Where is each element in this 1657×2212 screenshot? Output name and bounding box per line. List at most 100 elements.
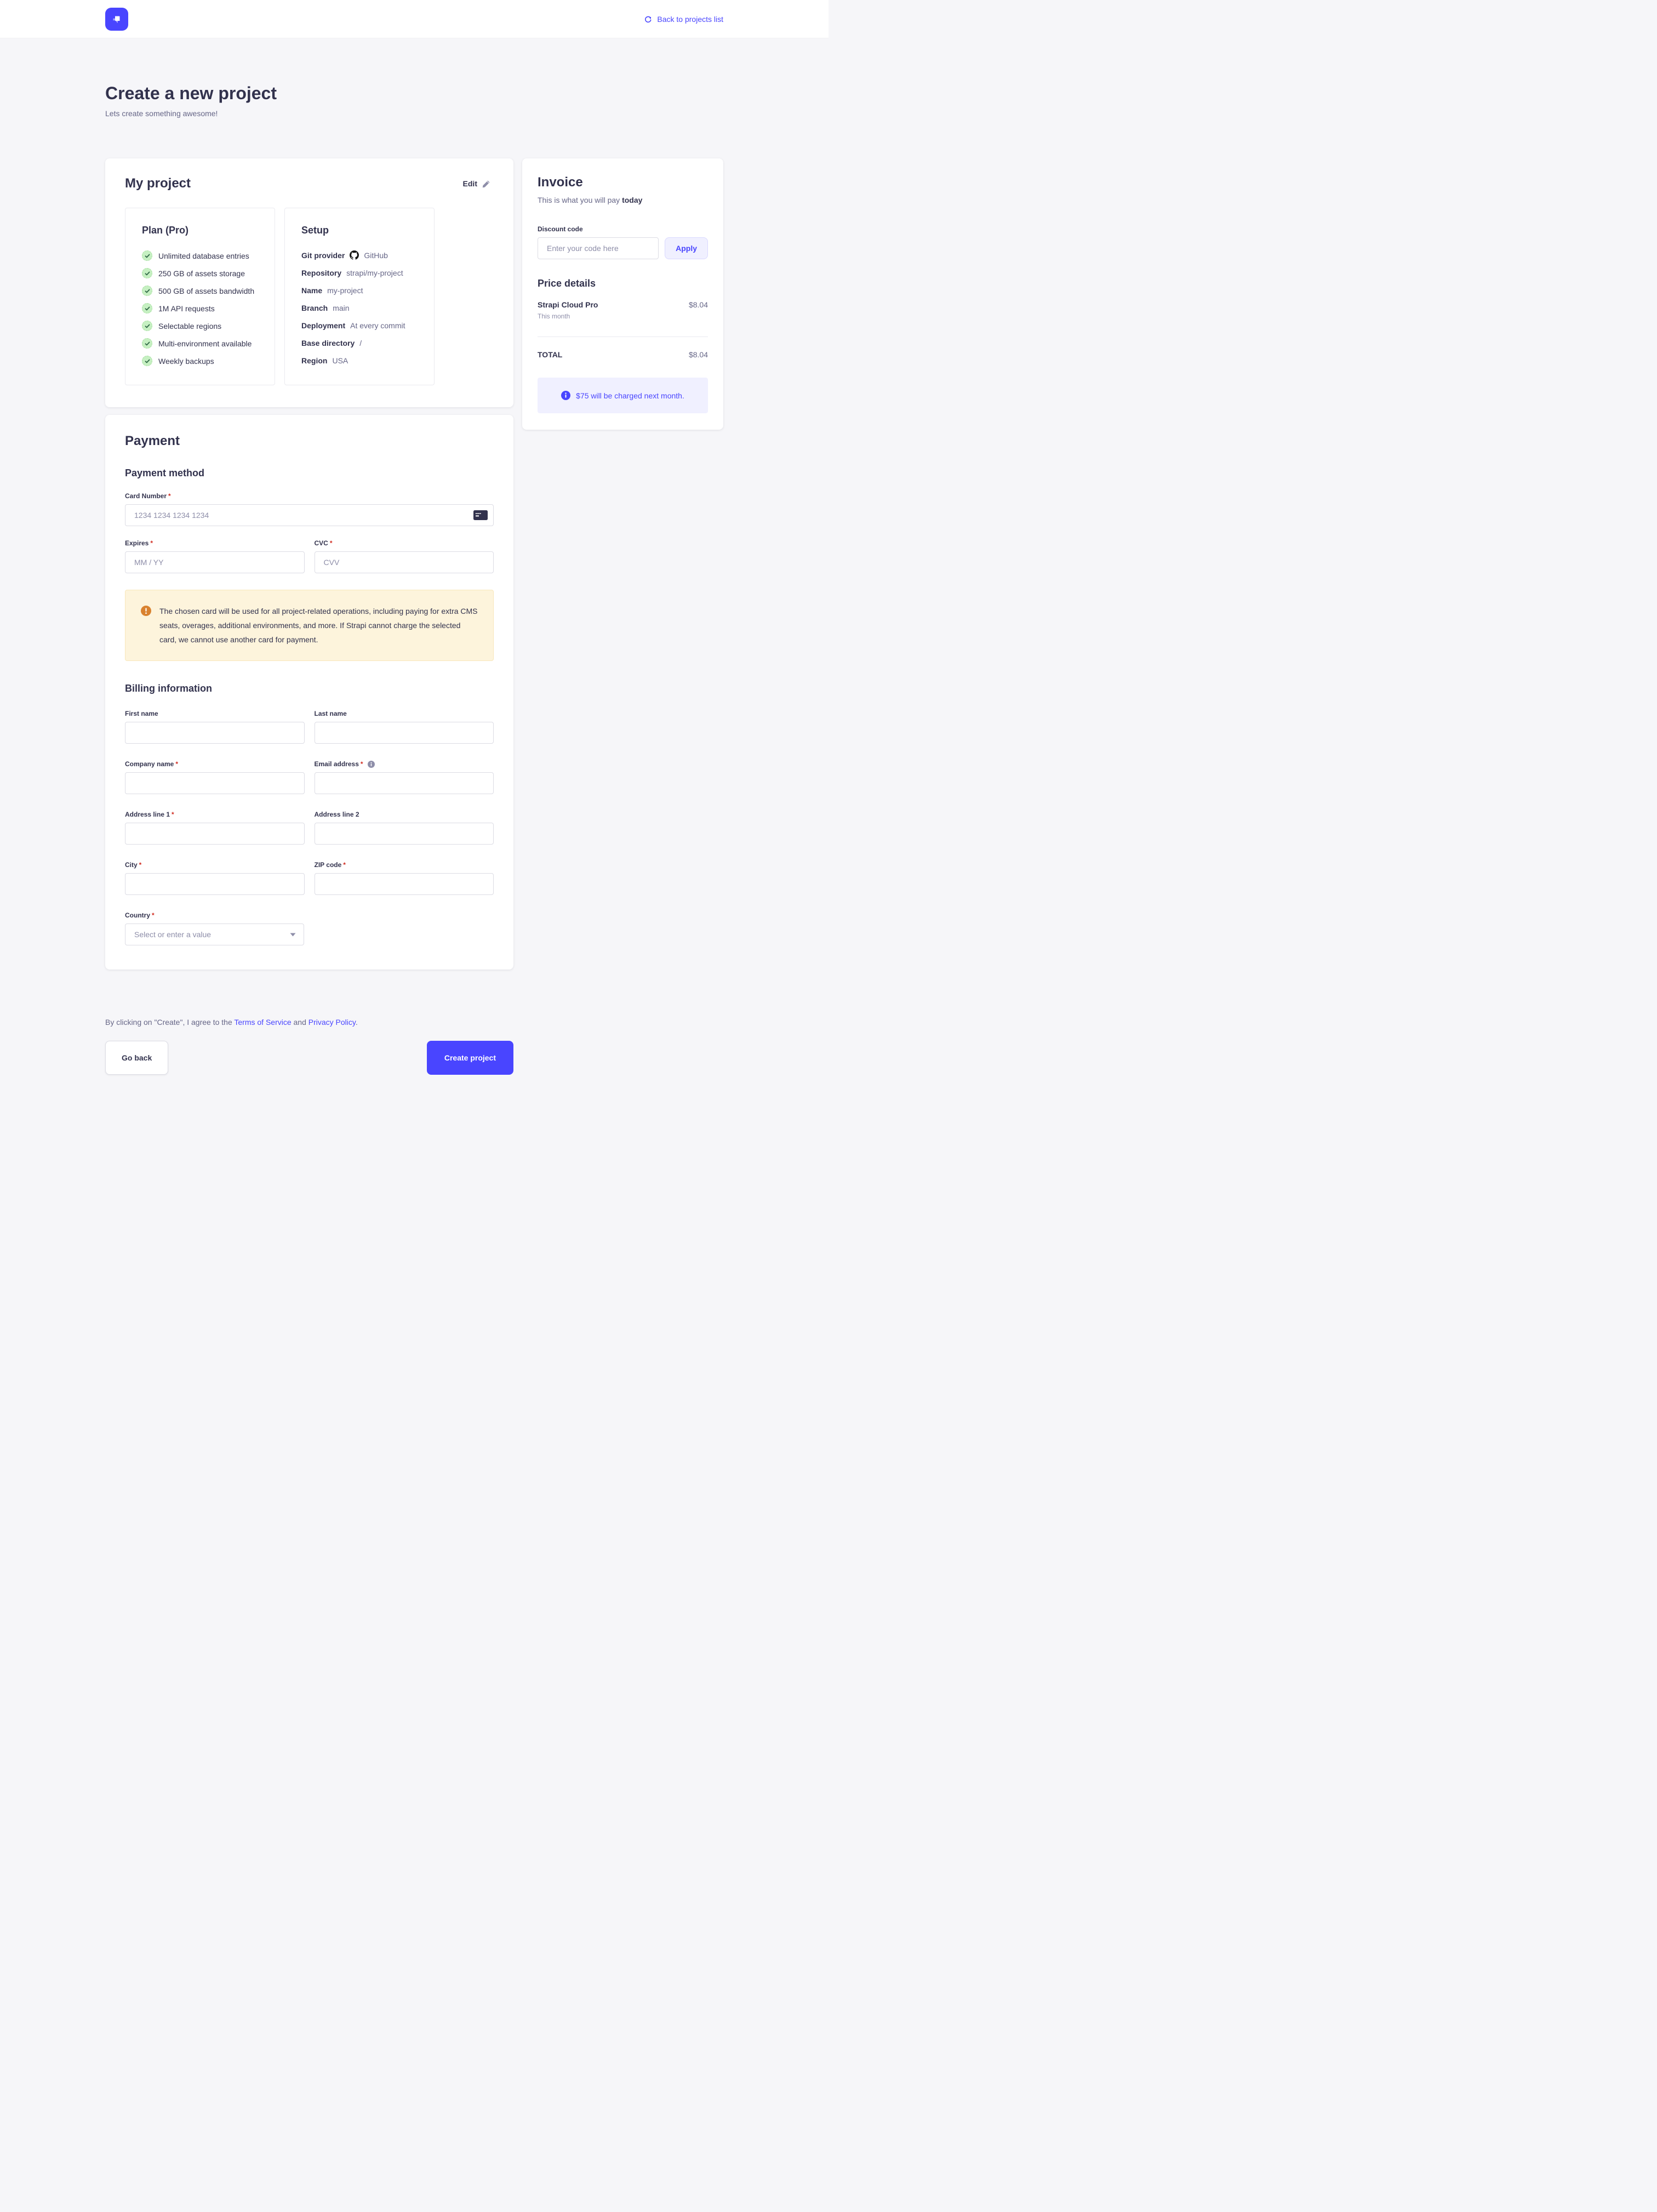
edit-button[interactable]: Edit	[460, 179, 494, 189]
warning-icon	[141, 606, 151, 616]
required-marker: *	[172, 811, 174, 818]
edit-label: Edit	[463, 179, 477, 188]
plan-feature-label: Unlimited database entries	[158, 252, 249, 260]
plan-feature: Selectable regions	[142, 321, 258, 331]
address-line1-label: Address line 1*	[125, 811, 305, 818]
check-icon	[142, 356, 152, 366]
setup-value: At every commit	[350, 321, 405, 330]
github-icon	[350, 250, 359, 260]
plan-feature: 500 GB of assets bandwidth	[142, 286, 258, 296]
setup-label: Base directory	[301, 339, 355, 347]
setup-row-region: Region USA	[301, 356, 418, 365]
email-address-label: Email address*	[315, 760, 494, 768]
plan-feature-label: Multi-environment available	[158, 339, 252, 348]
go-back-button[interactable]: Go back	[105, 1041, 168, 1075]
zip-code-input[interactable]	[315, 873, 494, 895]
plan-feature-label: 250 GB of assets storage	[158, 269, 245, 278]
check-icon	[142, 338, 152, 349]
price-line-item: Strapi Cloud Pro $8.04	[538, 300, 708, 309]
setup-value: strapi/my-project	[346, 269, 403, 277]
invoice-subtitle: This is what you will pay today	[538, 196, 708, 204]
setup-label: Name	[301, 286, 322, 295]
setup-value: USA	[332, 356, 348, 365]
total-amount: $8.04	[689, 350, 708, 359]
cvc-input[interactable]	[315, 551, 494, 573]
discount-code-label: Discount code	[538, 225, 708, 233]
cvc-label: CVC*	[315, 539, 494, 547]
strapi-logo-glyph	[111, 14, 122, 25]
credit-card-icon	[473, 510, 488, 520]
price-details-title: Price details	[538, 278, 708, 289]
next-month-charge-note: $75 will be charged next month.	[538, 378, 708, 413]
city-label: City*	[125, 861, 305, 869]
last-name-label: Last name	[315, 710, 494, 717]
privacy-policy-link[interactable]: Privacy Policy	[308, 1018, 356, 1027]
page-subtitle: Lets create something awesome!	[105, 109, 723, 118]
country-label: Country*	[125, 911, 304, 919]
pencil-icon	[482, 180, 490, 188]
company-name-label: Company name*	[125, 760, 305, 768]
line-item-period: This month	[538, 312, 708, 320]
line-item-name: Strapi Cloud Pro	[538, 300, 598, 309]
total-label: TOTAL	[538, 350, 562, 359]
check-icon	[142, 250, 152, 261]
plan-feature: Multi-environment available	[142, 338, 258, 349]
setup-value: /	[359, 339, 362, 347]
note-text: $75 will be charged next month.	[576, 391, 684, 400]
plan-feature: 1M API requests	[142, 303, 258, 313]
create-project-button[interactable]: Create project	[427, 1041, 513, 1075]
line-item-amount: $8.04	[689, 300, 708, 309]
agreement-text: By clicking on "Create", I agree to the …	[105, 1018, 513, 1027]
apply-discount-button[interactable]: Apply	[665, 237, 708, 259]
zip-code-label: ZIP code*	[315, 861, 494, 869]
strapi-logo[interactable]	[105, 8, 128, 31]
check-icon	[142, 321, 152, 331]
setup-title: Setup	[301, 225, 418, 236]
card-number-label: Card Number*	[125, 492, 494, 500]
first-name-input[interactable]	[125, 722, 305, 744]
required-marker: *	[139, 861, 142, 869]
expires-label: Expires*	[125, 539, 305, 547]
setup-label: Deployment	[301, 321, 345, 330]
back-to-projects-link[interactable]: Back to projects list	[644, 15, 723, 24]
back-link-label: Back to projects list	[657, 15, 723, 24]
email-address-input[interactable]	[315, 772, 494, 794]
address-line2-label: Address line 2	[315, 811, 494, 818]
plan-feature-label: Selectable regions	[158, 322, 221, 330]
expires-input[interactable]	[125, 551, 305, 573]
chevron-down-icon	[290, 933, 296, 937]
setup-label: Region	[301, 356, 327, 365]
card-number-input[interactable]	[125, 504, 494, 526]
address-line1-input[interactable]	[125, 823, 305, 845]
setup-row-base-directory: Base directory /	[301, 339, 418, 347]
last-name-input[interactable]	[315, 722, 494, 744]
plan-feature: Weekly backups	[142, 356, 258, 366]
setup-value: GitHub	[364, 251, 388, 260]
terms-of-service-link[interactable]: Terms of Service	[234, 1018, 291, 1027]
invoice-card: Invoice This is what you will pay today …	[522, 158, 723, 430]
plan-feature-label: Weekly backups	[158, 357, 214, 366]
warning-text: The chosen card will be used for all pro…	[159, 604, 478, 647]
card-usage-warning: The chosen card will be used for all pro…	[125, 590, 494, 661]
address-line2-input[interactable]	[315, 823, 494, 845]
company-name-input[interactable]	[125, 772, 305, 794]
setup-label: Repository	[301, 269, 341, 277]
country-select[interactable]: Select or enter a value	[125, 923, 304, 945]
check-icon	[142, 286, 152, 296]
check-icon	[142, 268, 152, 278]
setup-box: Setup Git provider GitHub Repository	[284, 208, 435, 385]
page-title: Create a new project	[105, 83, 723, 104]
required-marker: *	[152, 911, 155, 919]
country-select-placeholder: Select or enter a value	[134, 930, 211, 939]
back-arrow-icon	[644, 15, 652, 24]
plan-title: Plan (Pro)	[142, 225, 258, 236]
required-marker: *	[150, 539, 153, 547]
setup-label: Branch	[301, 304, 328, 312]
email-info-icon[interactable]	[368, 761, 375, 768]
city-input[interactable]	[125, 873, 305, 895]
setup-value: main	[333, 304, 349, 312]
setup-row-git-provider: Git provider GitHub	[301, 250, 418, 260]
discount-code-input[interactable]	[538, 237, 659, 259]
info-icon	[561, 391, 570, 400]
plan-feature: 250 GB of assets storage	[142, 268, 258, 278]
